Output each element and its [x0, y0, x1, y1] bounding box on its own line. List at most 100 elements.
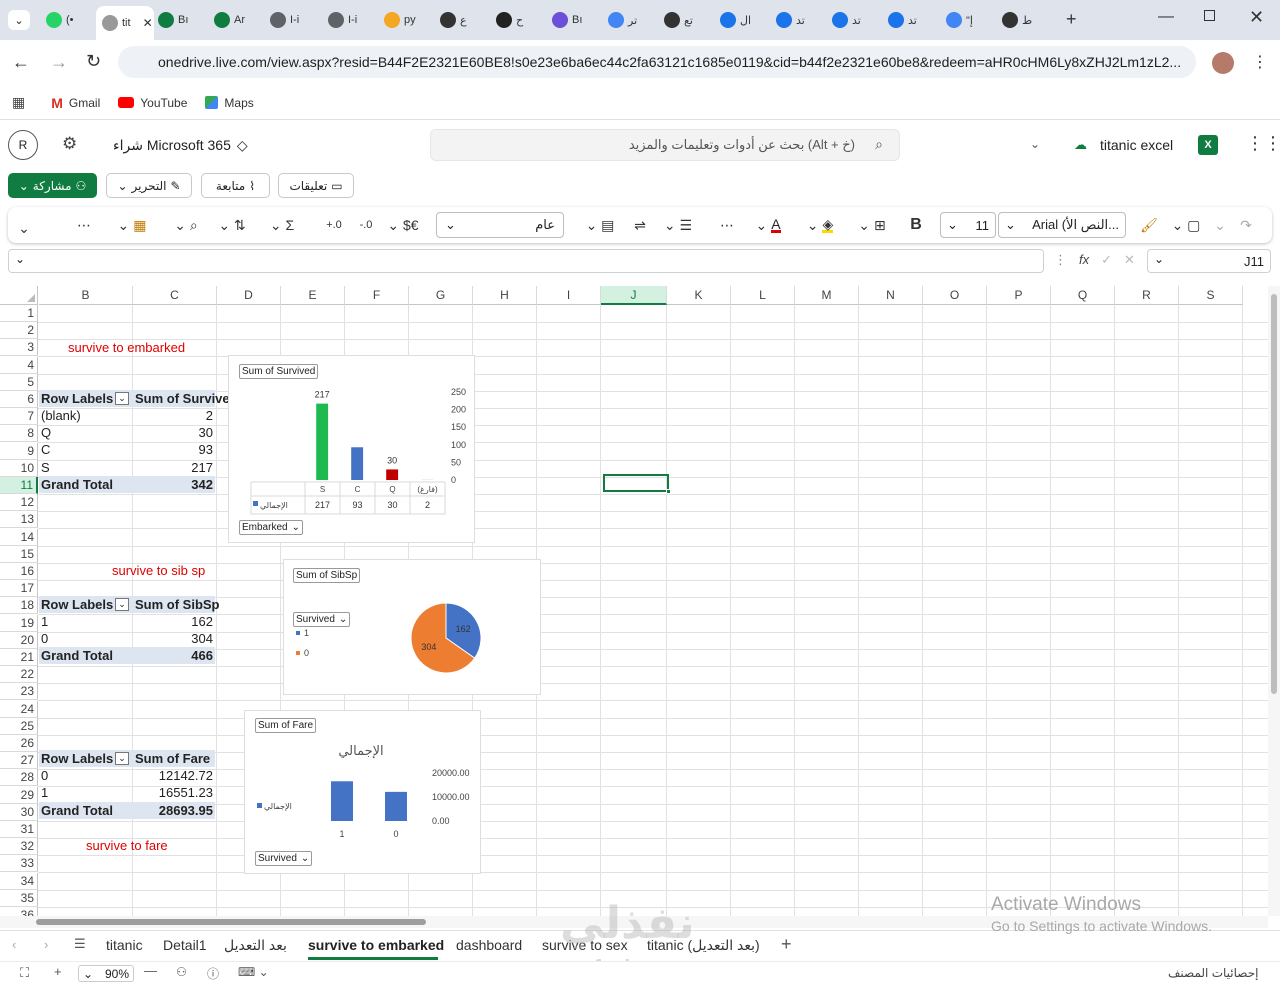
pivot1-value-header[interactable]: Sum of Survived	[135, 390, 228, 407]
new-tab-button[interactable]: +	[1066, 9, 1077, 30]
column-header[interactable]: P	[987, 286, 1051, 305]
row-header[interactable]: 25	[0, 717, 38, 735]
row-header[interactable]: 19	[0, 614, 38, 632]
browser-tab[interactable]: I-i	[264, 6, 318, 34]
pivot2-grand-total[interactable]: Grand Total 466	[39, 647, 215, 664]
column-header[interactable]: D	[217, 286, 281, 305]
share-button[interactable]: ⌄ مشاركة ⚇	[8, 173, 97, 198]
chart-sibsp-pie[interactable]: Sum of SibSp Survived ⌄ 162 1 304 0	[283, 559, 541, 695]
row-header[interactable]: 34	[0, 872, 38, 890]
font-size-select[interactable]: ⌄ 11	[940, 212, 996, 238]
bookmark-youtube[interactable]: YouTube	[118, 96, 187, 110]
more-icon[interactable]: ⋮	[1054, 252, 1067, 268]
check-icon[interactable]: ✓	[1101, 252, 1112, 268]
browser-tab[interactable]: تد	[882, 6, 936, 34]
file-name[interactable]: titanic excel	[1100, 137, 1173, 153]
account-avatar[interactable]: R	[8, 130, 38, 160]
forward-icon[interactable]: →	[50, 52, 68, 73]
more-options-icon[interactable]: ⋯	[74, 215, 94, 235]
file-dropdown-chevron-icon[interactable]: ⌄	[1030, 137, 1040, 151]
paste-icon[interactable]: ⌄ ▢	[1166, 215, 1206, 235]
find-icon[interactable]: ⌄ ⌕	[168, 215, 204, 235]
bookmark-maps[interactable]: Maps	[205, 96, 254, 110]
more-format-icon[interactable]: ⋯	[716, 215, 738, 235]
office-search-box[interactable]: بحث عن أدوات وتعليمات والمزيد (Alt + خ) …	[430, 129, 900, 161]
browser-tab[interactable]: "إ	[940, 6, 994, 34]
wrap-text-icon[interactable]: ⌄ ▤	[578, 215, 622, 235]
sheet-tab[interactable]: بعد التعديل	[224, 937, 287, 954]
sheet-tab[interactable]: dashboard	[456, 937, 522, 953]
column-header[interactable]: S	[1179, 286, 1243, 305]
table-row[interactable]: 0 304	[39, 630, 215, 647]
row-header[interactable]: 21	[0, 649, 38, 666]
column-header[interactable]: B	[39, 286, 133, 305]
row-header[interactable]: 12	[0, 494, 38, 512]
pivot3-row-labels-header[interactable]: Row Labels	[41, 750, 113, 767]
row-header[interactable]: 4	[0, 356, 38, 374]
chart3-filter-button[interactable]: Survived ⌄	[255, 851, 313, 866]
all-sheets-icon[interactable]: ☰	[74, 936, 86, 952]
settings-gear-icon[interactable]: ⚙	[62, 134, 77, 154]
browser-menu-icon[interactable]: ⋮	[1252, 52, 1268, 72]
apps-grid-icon[interactable]: ▦	[12, 94, 25, 111]
pivot3-title[interactable]: survive to fare	[86, 837, 168, 854]
name-box[interactable]: ⌄ J11	[1147, 249, 1271, 273]
row-header[interactable]: 1	[0, 305, 38, 322]
row-header[interactable]: 28	[0, 769, 38, 787]
browser-tab[interactable]: ع	[434, 6, 488, 34]
formula-bar-input[interactable]: ⌄	[8, 249, 1044, 273]
row-header[interactable]: 33	[0, 855, 38, 873]
collapse-ribbon-chevron-icon[interactable]: ⌄	[16, 218, 32, 238]
keyboard-icon[interactable]: ⌨ ⌄	[238, 965, 269, 979]
borders-icon[interactable]: ⌄ ⊞	[852, 215, 892, 235]
chevron-down-icon[interactable]: ⌄	[15, 252, 25, 266]
autosum-icon[interactable]: ⌄ Σ	[262, 215, 302, 235]
redo-icon[interactable]: ↷	[1236, 215, 1256, 235]
workbook-statistics[interactable]: إحصائيات المصنف	[1168, 966, 1258, 980]
sheet-tab[interactable]: titanic	[106, 937, 143, 953]
row-header[interactable]: 18	[0, 597, 38, 615]
selected-cell[interactable]	[603, 474, 669, 492]
column-header[interactable]: E	[281, 286, 345, 305]
app-launcher-icon[interactable]: ⋮⋮	[1246, 133, 1280, 154]
next-sheet-icon[interactable]: ›	[44, 937, 48, 952]
pivot2-title[interactable]: survive to sib sp	[112, 562, 205, 579]
browser-tab[interactable]: تر	[602, 6, 656, 34]
row-header[interactable]: 30	[0, 803, 38, 821]
row-header[interactable]: 7	[0, 408, 38, 426]
row-header[interactable]: 6	[0, 391, 38, 408]
browser-tab[interactable]: ط	[996, 6, 1050, 34]
column-header[interactable]: M	[795, 286, 859, 305]
column-header[interactable]: N	[859, 286, 923, 305]
bold-icon[interactable]: B	[906, 215, 926, 235]
cancel-icon[interactable]: ✕	[1124, 252, 1135, 268]
restore-icon[interactable]	[1204, 10, 1215, 21]
sort-filter-icon[interactable]: ⌄ ⇅	[212, 215, 252, 235]
add-sheet-button[interactable]: +	[781, 934, 792, 955]
vertical-scroll-thumb[interactable]	[1271, 294, 1277, 694]
table-format-icon[interactable]: ⌄ ▦	[112, 215, 152, 235]
chart-fare-by-survived[interactable]: Sum of Fare الإجمالي 20000.00 10000.00 0.00…	[244, 710, 481, 874]
row-header[interactable]: 2	[0, 322, 38, 340]
url-bar[interactable]: onedrive.live.com/view.aspx?resid=B44F2E…	[118, 46, 1196, 78]
pivot1-row-labels-header[interactable]: Row Labels	[41, 390, 113, 407]
row-header[interactable]: 32	[0, 838, 38, 856]
table-row[interactable]: 1 16551.23	[39, 784, 215, 801]
editing-mode-button[interactable]: ⌄ التحرير ✎	[106, 173, 192, 198]
browser-tab[interactable]: (•	[40, 6, 94, 34]
column-header[interactable]: H	[473, 286, 537, 305]
sheet-tab[interactable]: Detail1	[163, 937, 207, 953]
align-icon[interactable]: ⌄ ☰	[658, 215, 698, 235]
browser-tab[interactable]: ال	[714, 6, 768, 34]
profile-avatar[interactable]	[1212, 52, 1234, 74]
column-header[interactable]: J	[601, 286, 667, 305]
sheet-tab[interactable]: survive to embarked	[308, 937, 444, 953]
row-header[interactable]: 35	[0, 889, 38, 907]
filter-dropdown-icon[interactable]: ⌄	[115, 392, 129, 405]
column-header[interactable]: C	[133, 286, 217, 305]
pivot2-value-header[interactable]: Sum of SibSp	[135, 596, 220, 613]
row-header[interactable]: 13	[0, 511, 38, 529]
column-header[interactable]: R	[1115, 286, 1179, 305]
chart1-filter-button[interactable]: Embarked ⌄	[239, 520, 303, 535]
filter-dropdown-icon[interactable]: ⌄	[115, 598, 129, 611]
